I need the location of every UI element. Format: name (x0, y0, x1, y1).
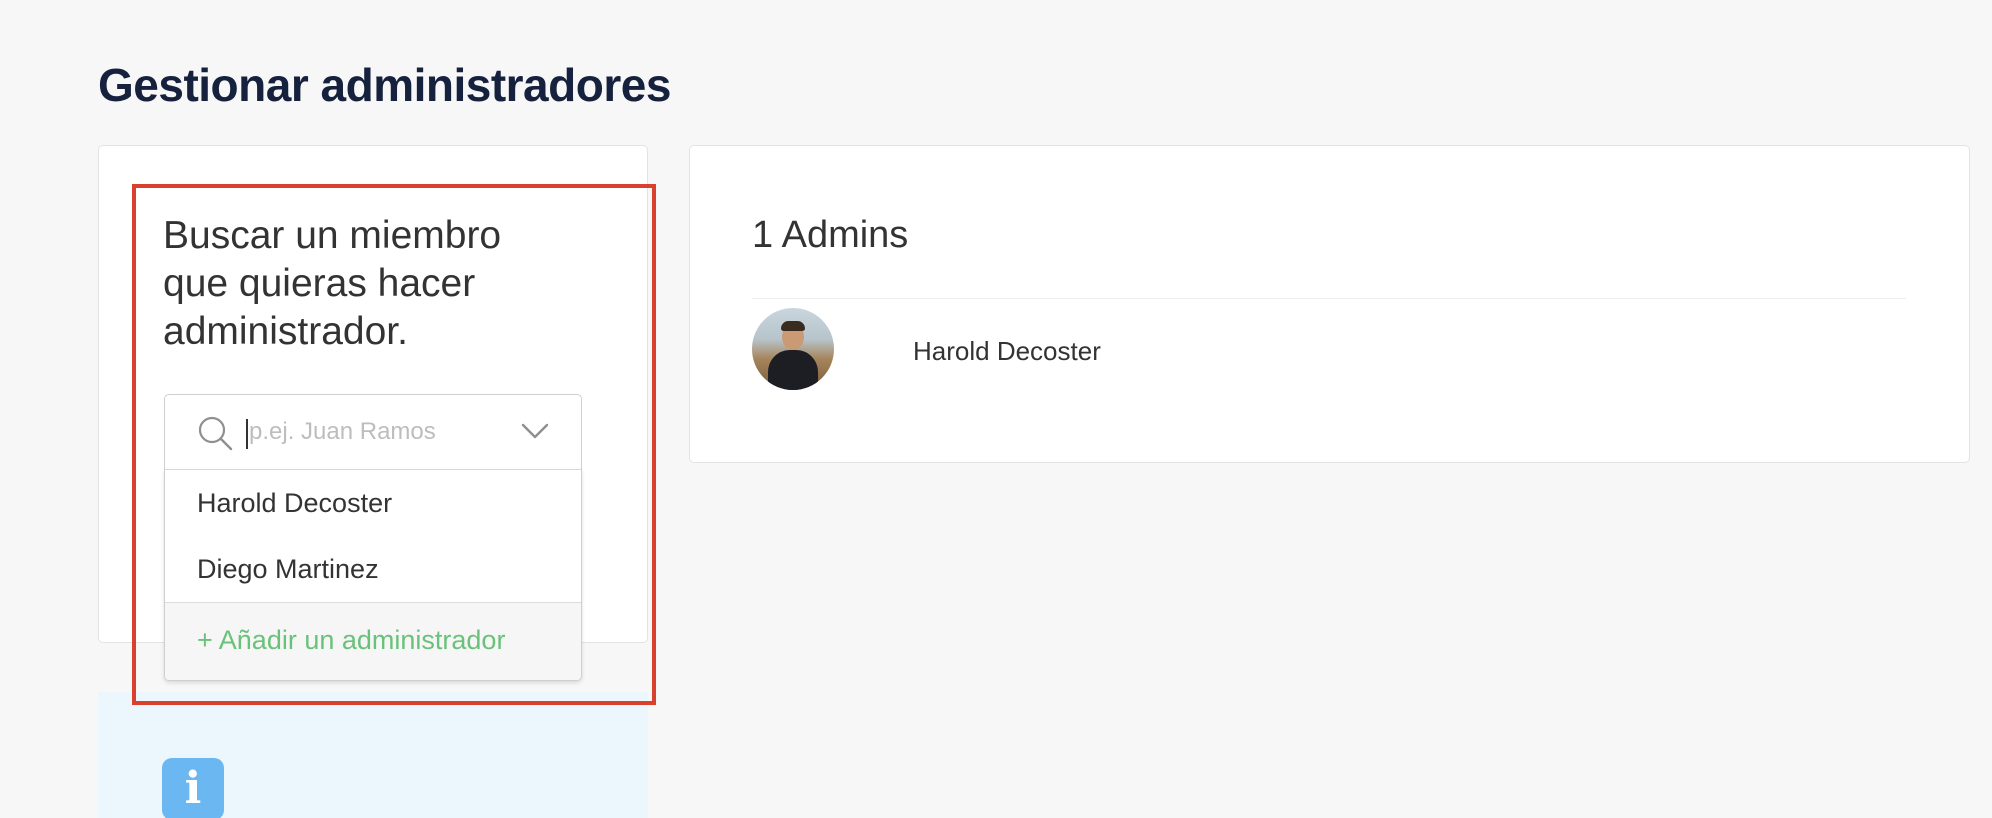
divider (752, 298, 1906, 299)
dropdown-option[interactable]: Harold Decoster (197, 488, 392, 519)
info-box: i (98, 692, 648, 818)
admins-card (689, 145, 1970, 463)
page-title: Gestionar administradores (98, 59, 671, 111)
member-search-field[interactable] (164, 394, 582, 470)
member-dropdown: Harold Decoster Diego Martinez + Añadir … (164, 469, 582, 681)
dropdown-option[interactable]: Diego Martinez (197, 554, 379, 585)
info-icon: i (162, 758, 224, 818)
text-caret (246, 419, 248, 449)
avatar (752, 308, 834, 390)
search-icon (198, 416, 233, 451)
add-admin-button[interactable]: + Añadir un administrador (197, 625, 505, 656)
search-input[interactable] (249, 409, 509, 455)
admins-count-title: 1 Admins (752, 214, 909, 256)
admin-row: Harold Decoster (752, 308, 1906, 390)
admin-name: Harold Decoster (913, 336, 1101, 366)
chevron-down-icon[interactable] (521, 421, 549, 441)
page: Gestionar administradores i Buscar un mi… (0, 0, 1992, 818)
dropdown-footer: + Añadir un administrador (165, 602, 581, 680)
search-heading: Buscar un miembro que quieras hacer admi… (163, 214, 502, 353)
